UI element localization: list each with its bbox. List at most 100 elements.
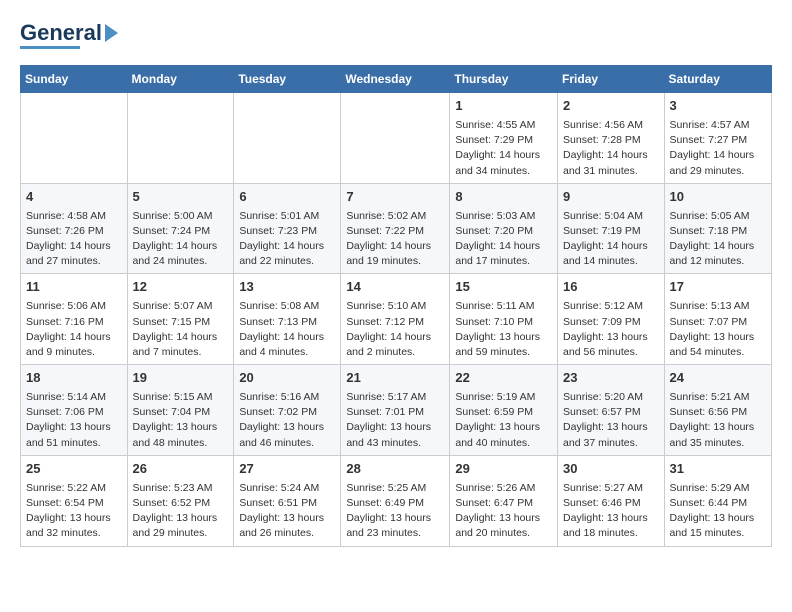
day-detail: Sunset: 7:01 PM xyxy=(346,405,444,420)
day-detail: Sunrise: 5:26 AM xyxy=(455,481,552,496)
day-detail: Sunrise: 5:16 AM xyxy=(239,390,335,405)
calendar-cell: 14Sunrise: 5:10 AMSunset: 7:12 PMDayligh… xyxy=(341,274,450,365)
day-number: 17 xyxy=(670,278,766,297)
day-number: 12 xyxy=(133,278,229,297)
weekday-wednesday: Wednesday xyxy=(341,66,450,93)
calendar-cell: 27Sunrise: 5:24 AMSunset: 6:51 PMDayligh… xyxy=(234,455,341,546)
calendar-cell: 9Sunrise: 5:04 AMSunset: 7:19 PMDaylight… xyxy=(558,183,665,274)
weekday-friday: Friday xyxy=(558,66,665,93)
day-detail: Daylight: 13 hours xyxy=(563,420,659,435)
day-detail: Daylight: 14 hours xyxy=(133,239,229,254)
day-number: 26 xyxy=(133,460,229,479)
day-detail: and 29 minutes. xyxy=(670,164,766,179)
day-detail: Daylight: 13 hours xyxy=(239,420,335,435)
calendar-cell xyxy=(234,93,341,184)
day-detail: Sunset: 7:22 PM xyxy=(346,224,444,239)
calendar-cell: 19Sunrise: 5:15 AMSunset: 7:04 PMDayligh… xyxy=(127,365,234,456)
day-detail: and 18 minutes. xyxy=(563,526,659,541)
calendar-cell: 17Sunrise: 5:13 AMSunset: 7:07 PMDayligh… xyxy=(664,274,771,365)
day-detail: and 54 minutes. xyxy=(670,345,766,360)
day-number: 31 xyxy=(670,460,766,479)
day-detail: and 43 minutes. xyxy=(346,436,444,451)
day-detail: and 31 minutes. xyxy=(563,164,659,179)
calendar-cell: 30Sunrise: 5:27 AMSunset: 6:46 PMDayligh… xyxy=(558,455,665,546)
calendar-cell: 20 Sunrise: 5:16 AMSunset: 7:02 PMDayligh… xyxy=(234,365,341,456)
day-detail: Sunrise: 5:23 AM xyxy=(133,481,229,496)
day-detail: Sunrise: 5:25 AM xyxy=(346,481,444,496)
calendar-cell xyxy=(21,93,128,184)
day-detail: and 40 minutes. xyxy=(455,436,552,451)
calendar-cell: 8Sunrise: 5:03 AMSunset: 7:20 PMDaylight… xyxy=(450,183,558,274)
day-detail: Sunrise: 5:10 AM xyxy=(346,299,444,314)
calendar-cell: 25Sunrise: 5:22 AMSunset: 6:54 PMDayligh… xyxy=(21,455,128,546)
week-row-4: 18Sunrise: 5:14 AMSunset: 7:06 PMDayligh… xyxy=(21,365,772,456)
day-number: 27 xyxy=(239,460,335,479)
day-detail: Daylight: 13 hours xyxy=(455,420,552,435)
calendar-cell: 4Sunrise: 4:58 AMSunset: 7:26 PMDaylight… xyxy=(21,183,128,274)
day-detail: Daylight: 13 hours xyxy=(670,511,766,526)
weekday-sunday: Sunday xyxy=(21,66,128,93)
day-number: 2 xyxy=(563,97,659,116)
day-detail: Daylight: 13 hours xyxy=(26,511,122,526)
weekday-thursday: Thursday xyxy=(450,66,558,93)
day-detail: and 51 minutes. xyxy=(26,436,122,451)
day-detail: Daylight: 14 hours xyxy=(563,239,659,254)
calendar-cell: 11Sunrise: 5:06 AMSunset: 7:16 PMDayligh… xyxy=(21,274,128,365)
day-detail: Sunset: 6:56 PM xyxy=(670,405,766,420)
day-detail: Daylight: 13 hours xyxy=(239,511,335,526)
day-number: 11 xyxy=(26,278,122,297)
day-detail: Sunset: 7:23 PM xyxy=(239,224,335,239)
calendar-cell: 2 Sunrise: 4:56 AMSunset: 7:28 PMDaylight… xyxy=(558,93,665,184)
day-number: 9 xyxy=(563,188,659,207)
day-number: 4 xyxy=(26,188,122,207)
day-detail: and 56 minutes. xyxy=(563,345,659,360)
day-detail: and 2 minutes. xyxy=(346,345,444,360)
day-detail: Sunset: 7:28 PM xyxy=(563,133,659,148)
day-detail: Daylight: 14 hours xyxy=(455,148,552,163)
day-detail: Daylight: 14 hours xyxy=(26,330,122,345)
day-detail: Sunset: 7:02 PM xyxy=(239,405,335,420)
day-number: 25 xyxy=(26,460,122,479)
day-detail: Sunset: 7:26 PM xyxy=(26,224,122,239)
weekday-tuesday: Tuesday xyxy=(234,66,341,93)
day-number: 5 xyxy=(133,188,229,207)
day-number: 22 xyxy=(455,369,552,388)
day-number: 6 xyxy=(239,188,335,207)
day-detail: Sunset: 7:10 PM xyxy=(455,315,552,330)
day-detail: Daylight: 14 hours xyxy=(670,148,766,163)
day-number: 18 xyxy=(26,369,122,388)
logo-general: General xyxy=(20,20,102,46)
day-detail: Sunrise: 5:15 AM xyxy=(133,390,229,405)
day-number: 8 xyxy=(455,188,552,207)
day-detail: Sunset: 7:13 PM xyxy=(239,315,335,330)
calendar-cell: 31Sunrise: 5:29 AMSunset: 6:44 PMDayligh… xyxy=(664,455,771,546)
weekday-monday: Monday xyxy=(127,66,234,93)
day-detail: Sunset: 7:16 PM xyxy=(26,315,122,330)
day-detail: Daylight: 14 hours xyxy=(563,148,659,163)
day-detail: Sunrise: 5:01 AM xyxy=(239,209,335,224)
day-number: 14 xyxy=(346,278,444,297)
day-detail: Sunrise: 5:20 AM xyxy=(563,390,659,405)
day-detail: Sunrise: 5:11 AM xyxy=(455,299,552,314)
day-detail: Sunrise: 5:07 AM xyxy=(133,299,229,314)
day-number: 24 xyxy=(670,369,766,388)
calendar-cell: 29Sunrise: 5:26 AMSunset: 6:47 PMDayligh… xyxy=(450,455,558,546)
day-number: 7 xyxy=(346,188,444,207)
calendar-cell: 23Sunrise: 5:20 AMSunset: 6:57 PMDayligh… xyxy=(558,365,665,456)
day-detail: Sunset: 7:24 PM xyxy=(133,224,229,239)
day-detail: Daylight: 14 hours xyxy=(346,330,444,345)
day-detail: Sunset: 6:54 PM xyxy=(26,496,122,511)
day-detail: Sunrise: 4:56 AM xyxy=(563,118,659,133)
logo-arrow-icon xyxy=(105,24,118,42)
day-detail: Sunset: 7:06 PM xyxy=(26,405,122,420)
day-number: 29 xyxy=(455,460,552,479)
day-number: 20 xyxy=(239,369,335,388)
day-detail: Daylight: 14 hours xyxy=(133,330,229,345)
calendar-cell: 15Sunrise: 5:11 AMSunset: 7:10 PMDayligh… xyxy=(450,274,558,365)
logo: General xyxy=(20,20,118,49)
calendar-cell: 10Sunrise: 5:05 AMSunset: 7:18 PMDayligh… xyxy=(664,183,771,274)
day-detail: Sunrise: 5:13 AM xyxy=(670,299,766,314)
calendar-cell: 16Sunrise: 5:12 AMSunset: 7:09 PMDayligh… xyxy=(558,274,665,365)
calendar-cell: 3Sunrise: 4:57 AMSunset: 7:27 PMDaylight… xyxy=(664,93,771,184)
day-detail: and 32 minutes. xyxy=(26,526,122,541)
